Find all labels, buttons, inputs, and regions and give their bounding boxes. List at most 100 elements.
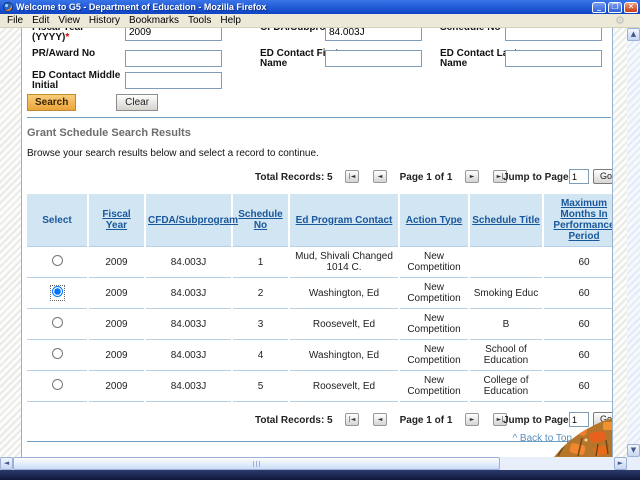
scroll-left-button[interactable]: ◄: [0, 457, 13, 470]
cell-cfda: 84.003J: [146, 278, 231, 309]
row-select-radio[interactable]: [52, 379, 63, 390]
pager-bottom: Total Records: 5 |◄ ◄ Page 1 of 1 ► ►| J…: [27, 407, 612, 435]
page-content: Fiscal Year (YYYY)* CFDA/Subprogram Sche…: [21, 28, 613, 457]
header-schedule-title[interactable]: Schedule Title: [470, 194, 542, 246]
prev-page-button[interactable]: ◄: [373, 413, 387, 426]
cell-fiscal-year: 2009: [89, 278, 144, 309]
scroll-right-button[interactable]: ►: [614, 457, 627, 470]
cell-max-months: 60: [544, 371, 613, 402]
horizontal-scroll-thumb[interactable]: [13, 457, 500, 470]
restore-button[interactable]: ❐: [608, 2, 622, 13]
menu-bookmarks[interactable]: Bookmarks: [127, 15, 186, 26]
total-records-label: Total Records: 5: [255, 172, 333, 183]
search-form: Fiscal Year (YYYY)* CFDA/Subprogram Sche…: [27, 28, 612, 111]
schedule-no-input[interactable]: [505, 28, 602, 41]
cell-contact: Mud, Shivali Changed 1014 C.: [290, 246, 398, 278]
cell-cfda: 84.003J: [146, 246, 231, 278]
table-row: 2009 84.003J 2 Washington, Ed New Compet…: [27, 278, 613, 309]
pr-award-no-label: PR/Award No: [32, 49, 124, 59]
cell-cfda: 84.003J: [146, 340, 231, 371]
row-select-radio[interactable]: [52, 317, 63, 328]
first-page-button[interactable]: |◄: [345, 413, 359, 426]
ed-contact-first-name-input[interactable]: [325, 50, 422, 67]
header-select: Select: [27, 194, 87, 246]
menu-file[interactable]: File: [5, 15, 30, 26]
scroll-up-button[interactable]: ▲: [627, 28, 640, 41]
ed-contact-last-name-input[interactable]: [505, 50, 602, 67]
cell-schedule-title: College of Education: [470, 371, 542, 402]
classroom-photo: [548, 416, 612, 457]
cell-fiscal-year: 2009: [89, 246, 144, 278]
page-indicator: Page 1 of 1: [397, 415, 455, 426]
next-page-button[interactable]: ►: [465, 413, 479, 426]
cell-action-type: New Competition: [400, 246, 468, 278]
cell-schedule-title: School of Education: [470, 340, 542, 371]
row-select-radio[interactable]: [52, 255, 63, 266]
prev-page-button[interactable]: ◄: [373, 170, 387, 183]
next-page-button[interactable]: ►: [465, 170, 479, 183]
total-records-label: Total Records: 5: [255, 415, 333, 426]
cell-schedule-title: [470, 246, 542, 278]
table-row: 2009 84.003J 5 Roosevelt, Ed New Competi…: [27, 371, 613, 402]
menu-tools[interactable]: Tools: [186, 15, 218, 26]
cell-cfda: 84.003J: [146, 371, 231, 402]
horizontal-scrollbar[interactable]: ◄ ►: [0, 457, 627, 470]
header-fiscal-year[interactable]: Fiscal Year: [89, 194, 144, 246]
cell-fiscal-year: 2009: [89, 340, 144, 371]
cell-schedule-no: 2: [233, 278, 288, 309]
browser-window: Welcome to G5 - Department of Education …: [0, 0, 640, 480]
cell-schedule-title: B: [470, 309, 542, 340]
cell-schedule-title: Smoking Educ: [470, 278, 542, 309]
search-button[interactable]: Search: [27, 94, 76, 111]
cfda-subprogram-input[interactable]: [325, 28, 422, 41]
vertical-scrollbar[interactable]: ▲ ▼: [627, 28, 640, 457]
menu-view[interactable]: View: [56, 15, 87, 26]
cell-max-months: 60: [544, 309, 613, 340]
cell-cfda: 84.003J: [146, 309, 231, 340]
first-page-button[interactable]: |◄: [345, 170, 359, 183]
fiscal-year-label: Fiscal Year (YYYY)*: [32, 28, 124, 43]
minimize-button[interactable]: _: [592, 2, 606, 13]
pr-award-no-input[interactable]: [125, 50, 222, 67]
menu-help[interactable]: Help: [218, 15, 248, 26]
go-button[interactable]: Go: [593, 169, 613, 184]
header-max-months[interactable]: Maximum Months In Performance Period: [544, 194, 613, 246]
cell-action-type: New Competition: [400, 371, 468, 402]
cell-schedule-no: 5: [233, 371, 288, 402]
results-instructions: Browse your search results below and sel…: [27, 148, 612, 159]
row-select-radio[interactable]: [52, 348, 63, 359]
table-row: 2009 84.003J 1 Mud, Shivali Changed 1014…: [27, 246, 613, 278]
cell-max-months: 60: [544, 278, 613, 309]
ed-contact-middle-initial-input[interactable]: [125, 72, 222, 89]
cell-contact: Washington, Ed: [290, 278, 398, 309]
results-heading: Grant Schedule Search Results: [27, 127, 612, 139]
window-title: Welcome to G5 - Department of Education …: [16, 2, 266, 12]
page-viewport: Fiscal Year (YYYY)* CFDA/Subprogram Sche…: [0, 28, 627, 457]
table-row: 2009 84.003J 4 Washington, Ed New Compet…: [27, 340, 613, 371]
header-schedule-no[interactable]: Schedule No: [233, 194, 288, 246]
cell-action-type: New Competition: [400, 340, 468, 371]
header-ed-program-contact[interactable]: Ed Program Contact: [290, 194, 398, 246]
results-table: Select Fiscal Year CFDA/Subprogram Sched…: [25, 194, 613, 402]
header-cfda-subprogram[interactable]: CFDA/Subprogram: [146, 194, 231, 246]
title-bar: Welcome to G5 - Department of Education …: [0, 0, 640, 14]
menu-edit[interactable]: Edit: [30, 15, 56, 26]
cell-max-months: 60: [544, 340, 613, 371]
pager-top: Total Records: 5 |◄ ◄ Page 1 of 1 ► ►| J…: [27, 164, 612, 192]
close-button[interactable]: ✕: [624, 2, 638, 13]
menu-history[interactable]: History: [87, 15, 127, 26]
cell-contact: Roosevelt, Ed: [290, 309, 398, 340]
cell-action-type: New Competition: [400, 309, 468, 340]
row-select-radio[interactable]: [52, 286, 63, 297]
cell-fiscal-year: 2009: [89, 371, 144, 402]
header-action-type[interactable]: Action Type: [400, 194, 468, 246]
fiscal-year-input[interactable]: [125, 28, 222, 41]
jump-to-page-input[interactable]: [569, 169, 589, 184]
scroll-down-button[interactable]: ▼: [627, 444, 640, 457]
ed-contact-middle-initial-label: ED Contact Middle Initial: [32, 71, 124, 91]
page-indicator: Page 1 of 1: [397, 172, 455, 183]
clear-button[interactable]: Clear: [116, 94, 158, 111]
scrollbar-corner: [627, 457, 640, 470]
cell-fiscal-year: 2009: [89, 309, 144, 340]
cell-schedule-no: 4: [233, 340, 288, 371]
